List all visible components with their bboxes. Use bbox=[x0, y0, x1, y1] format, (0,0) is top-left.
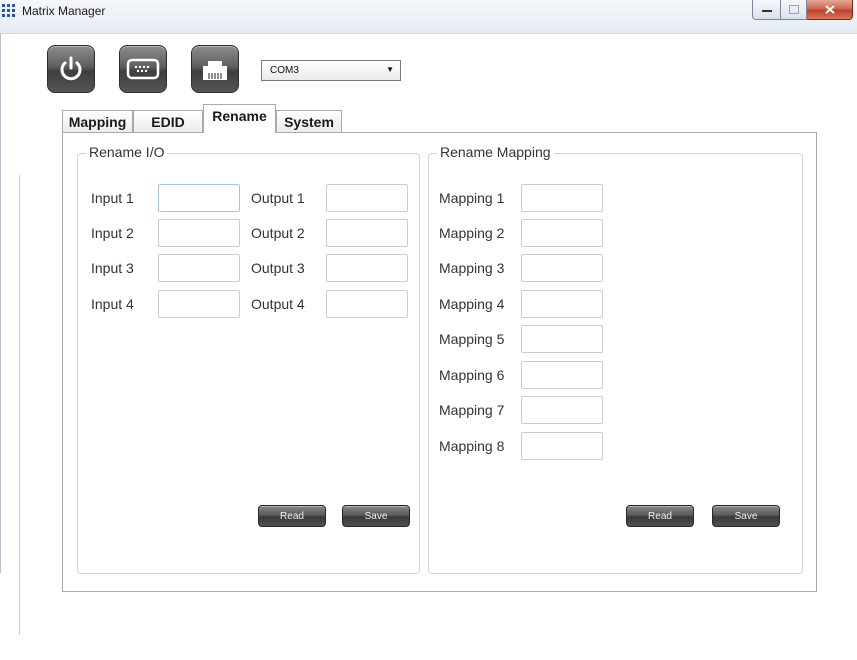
output-2-label: Output 2 bbox=[251, 225, 305, 241]
minimize-icon bbox=[761, 9, 772, 12]
rename-tab-panel: Rename I/O Input 1 Output 1 Input 2 Outp… bbox=[62, 132, 817, 592]
title-bar: Matrix Manager bbox=[0, 0, 857, 34]
minimize-button[interactable] bbox=[752, 0, 781, 20]
output-1-label: Output 1 bbox=[251, 190, 305, 206]
window-edge-inner bbox=[19, 175, 20, 635]
mapping-7-label: Mapping 7 bbox=[439, 402, 505, 418]
input-2-label: Input 2 bbox=[91, 225, 134, 241]
mapping-8-field[interactable] bbox=[521, 432, 603, 460]
rename-mapping-group: Rename Mapping Mapping 1 Mapping 2 Mappi… bbox=[428, 144, 803, 574]
mapping-1-label: Mapping 1 bbox=[439, 190, 505, 206]
mapping-5-field[interactable] bbox=[521, 325, 603, 353]
tab-mapping[interactable]: Mapping bbox=[62, 110, 133, 132]
matrix-app-icon bbox=[2, 4, 15, 17]
serial-port-button[interactable] bbox=[119, 45, 167, 93]
mapping-8-label: Mapping 8 bbox=[439, 438, 505, 454]
chevron-down-icon: ▼ bbox=[386, 65, 394, 74]
ethernet-button[interactable] bbox=[191, 45, 239, 93]
input-1-label: Input 1 bbox=[91, 190, 134, 206]
output-4-field[interactable] bbox=[326, 290, 408, 318]
output-4-label: Output 4 bbox=[251, 296, 305, 312]
mapping-6-label: Mapping 6 bbox=[439, 367, 505, 383]
mapping-2-field[interactable] bbox=[521, 219, 603, 247]
maximize-icon bbox=[788, 5, 799, 14]
tab-system[interactable]: System bbox=[276, 110, 342, 132]
rename-io-title: Rename I/O bbox=[86, 144, 168, 160]
close-icon bbox=[824, 5, 835, 14]
power-button[interactable] bbox=[47, 45, 95, 93]
rename-mapping-title: Rename Mapping bbox=[437, 144, 554, 160]
serial-port-icon bbox=[126, 58, 160, 80]
ethernet-icon bbox=[203, 61, 227, 80]
input-4-field[interactable] bbox=[158, 290, 240, 318]
input-4-label: Input 4 bbox=[91, 296, 134, 312]
output-1-field[interactable] bbox=[326, 184, 408, 212]
rename-io-save-button[interactable]: Save bbox=[342, 505, 410, 527]
tab-edid[interactable]: EDID bbox=[133, 110, 203, 132]
mapping-4-label: Mapping 4 bbox=[439, 296, 505, 312]
com-port-select[interactable]: COM3 ▼ bbox=[261, 60, 401, 81]
mapping-3-label: Mapping 3 bbox=[439, 260, 505, 276]
output-2-field[interactable] bbox=[326, 219, 408, 247]
maximize-button[interactable] bbox=[781, 0, 807, 20]
input-2-field[interactable] bbox=[158, 219, 240, 247]
input-3-field[interactable] bbox=[158, 254, 240, 282]
rename-mapping-save-button[interactable]: Save bbox=[712, 505, 780, 527]
mapping-7-field[interactable] bbox=[521, 396, 603, 424]
com-port-value: COM3 bbox=[270, 65, 299, 76]
power-icon bbox=[60, 56, 82, 81]
input-1-field[interactable] bbox=[158, 184, 240, 212]
window-edge bbox=[0, 33, 1, 573]
close-button[interactable] bbox=[807, 0, 853, 20]
output-3-label: Output 3 bbox=[251, 260, 305, 276]
mapping-6-field[interactable] bbox=[521, 361, 603, 389]
tab-rename[interactable]: Rename bbox=[203, 104, 276, 133]
rename-mapping-read-button[interactable]: Read bbox=[626, 505, 694, 527]
mapping-2-label: Mapping 2 bbox=[439, 225, 505, 241]
window-title: Matrix Manager bbox=[22, 4, 106, 18]
mapping-4-field[interactable] bbox=[521, 290, 603, 318]
mapping-1-field[interactable] bbox=[521, 184, 603, 212]
rename-io-read-button[interactable]: Read bbox=[258, 505, 326, 527]
input-3-label: Input 3 bbox=[91, 260, 134, 276]
mapping-3-field[interactable] bbox=[521, 254, 603, 282]
rename-io-group: Rename I/O Input 1 Output 1 Input 2 Outp… bbox=[77, 144, 420, 574]
mapping-5-label: Mapping 5 bbox=[439, 331, 505, 347]
output-3-field[interactable] bbox=[326, 254, 408, 282]
